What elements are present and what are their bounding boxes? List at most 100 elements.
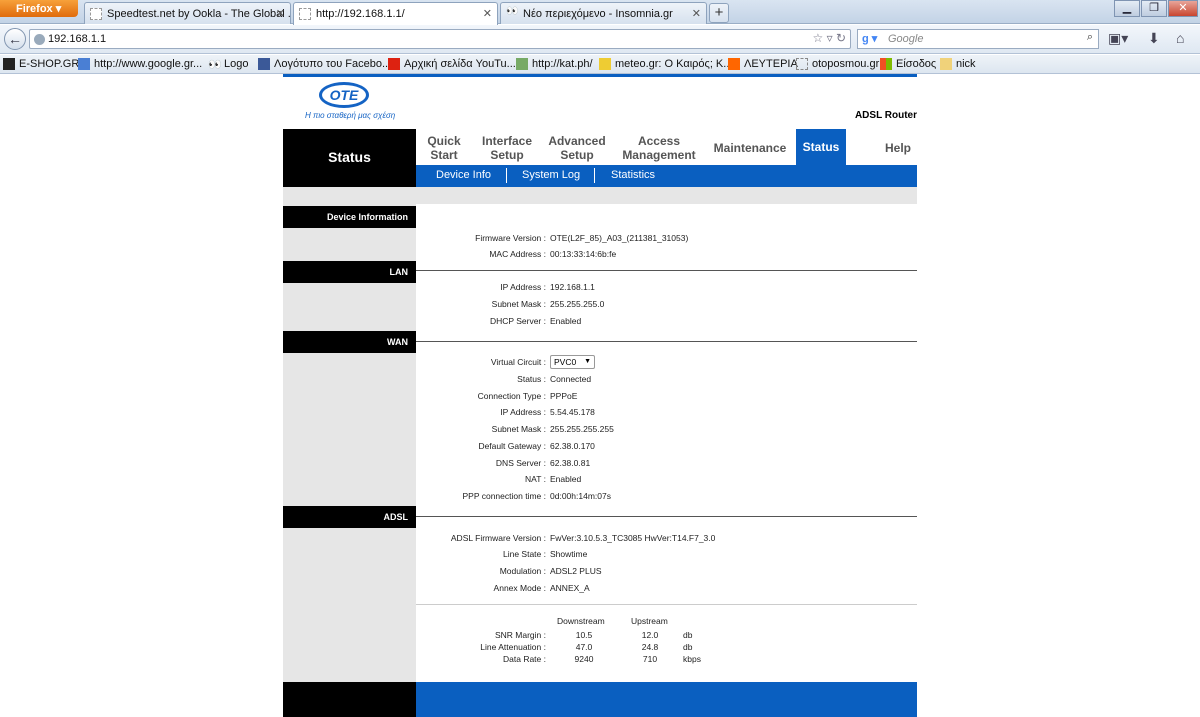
bookmark-star-icon[interactable]: ☆ xyxy=(812,31,823,45)
adsl-fw-label: ADSL Firmware Version : xyxy=(450,533,546,543)
windows-icon xyxy=(880,58,892,70)
close-tab-icon[interactable]: ✕ xyxy=(276,7,285,20)
menu-status[interactable]: Status xyxy=(796,129,846,165)
new-tab-button[interactable]: + xyxy=(709,3,729,23)
url-actions: ☆ ▿ ↻ xyxy=(812,31,846,45)
submenu-statistics[interactable]: Statistics xyxy=(611,169,655,181)
dns-label: DNS Server : xyxy=(495,458,546,468)
modulation-label: Modulation : xyxy=(499,566,546,576)
bookmark-label: ΛΕΥΤΕΡΙΑ xyxy=(744,58,798,70)
menu-access-management[interactable]: Access Management xyxy=(618,131,700,165)
section-title: Status xyxy=(283,129,416,187)
bookmark-eisodos[interactable]: Είσοδος xyxy=(880,58,936,70)
annex-value: ANNEX_A xyxy=(550,583,590,593)
gateway-label: Default Gateway : xyxy=(478,441,546,451)
back-button[interactable]: ← xyxy=(4,28,26,50)
virtual-circuit-select[interactable]: PVC0 ▼ xyxy=(550,355,595,369)
firmware-value: OTE(L2F_85)_A03_(211381_31053) xyxy=(550,233,689,243)
bookmark-meteo[interactable]: meteo.gr: O Καιρός; K... xyxy=(599,58,732,70)
attenuation-up: 24.8 xyxy=(641,642,659,652)
submenu-device-info[interactable]: Device Info xyxy=(436,169,491,181)
menu-quick-start[interactable]: Quick Start xyxy=(416,131,472,165)
wan-ip-label: IP Address : xyxy=(500,407,546,417)
menu-label: Advanced xyxy=(548,134,606,148)
gray-band xyxy=(283,187,917,204)
vc-value: PVC0 xyxy=(554,357,577,367)
bookmark-label: http://www.google.gr... xyxy=(94,58,203,70)
bookmark-eshop[interactable]: E-SHOP.GR xyxy=(3,58,79,70)
tab-router[interactable]: http://192.168.1.1/ ✕ xyxy=(293,2,498,25)
shield-icon xyxy=(516,58,528,70)
bookmarks-toolbar: E-SHOP.GR http://www.google.gr... 👀 Logo … xyxy=(0,55,1200,74)
chevron-down-icon: ▼ xyxy=(584,358,591,365)
snr-down: 10.5 xyxy=(575,630,593,640)
line-state-label: Line State : xyxy=(502,549,546,559)
maximize-button[interactable]: ❐ xyxy=(1141,0,1167,17)
bookmark-google[interactable]: http://www.google.gr... xyxy=(78,58,202,70)
tab-speedtest[interactable]: Speedtest.net by Ookla - The Global ... … xyxy=(84,2,291,24)
home-icon[interactable]: ⌂ xyxy=(1176,30,1184,46)
search-icon[interactable]: ⌕ xyxy=(1087,31,1093,44)
bookmark-lefteria[interactable]: ΛΕΥΤΕΡΙΑ xyxy=(728,58,798,70)
bookmarks-menu-icon[interactable]: ▣▾ xyxy=(1108,30,1128,47)
dns-value: 62.38.0.81 xyxy=(550,458,591,468)
conn-type-value: PPPoE xyxy=(550,391,578,401)
menu-label: Start xyxy=(430,148,458,162)
lan-heading: LAN xyxy=(283,261,416,283)
google-icon[interactable]: g ▾ xyxy=(862,32,877,45)
rate-label: Data Rate : xyxy=(503,654,546,664)
footer-right xyxy=(416,682,917,717)
nat-value: Enabled xyxy=(550,474,582,484)
vc-label: Virtual Circuit : xyxy=(490,357,546,367)
bookmark-logo[interactable]: 👀 Logo xyxy=(208,58,248,71)
bookmark-facebook[interactable]: Λογότυπο του Facebo... xyxy=(258,58,391,70)
footer-left xyxy=(283,682,416,717)
close-window-button[interactable]: ✕ xyxy=(1168,0,1198,17)
menu-advanced-setup[interactable]: Advanced Setup xyxy=(544,131,610,165)
menu-label: Interface xyxy=(481,134,533,148)
minimize-button[interactable]: ▁ xyxy=(1114,0,1140,17)
bookmark-label: Λογότυπο του Facebo... xyxy=(274,58,392,70)
google-icon xyxy=(78,58,90,70)
top-accent-line xyxy=(283,74,917,77)
dhcp-value: Enabled xyxy=(550,316,582,326)
folder-icon xyxy=(940,58,952,70)
wan-status-label: Status : xyxy=(517,374,546,384)
search-box[interactable]: g ▾ Google ⌕ xyxy=(857,29,1099,49)
bookmark-label: otoposmou.gr xyxy=(812,58,880,70)
snr-label: SNR Margin : xyxy=(494,630,546,640)
tab-title: Speedtest.net by Ookla - The Global ... xyxy=(107,8,291,20)
menu-label: Maintenance xyxy=(713,141,787,155)
conn-type-label: Connection Type : xyxy=(477,391,546,401)
menu-maintenance[interactable]: Maintenance xyxy=(710,131,790,165)
insomnia-icon: 👀 xyxy=(506,6,519,17)
bookmark-nick[interactable]: nick xyxy=(940,58,976,70)
history-dropdown-icon[interactable]: ▿ xyxy=(827,31,833,45)
bookmark-label: Αρχική σελίδα YouTu... xyxy=(404,58,516,70)
bookmark-label: Είσοδος xyxy=(896,58,937,70)
menu-label: Access xyxy=(637,134,681,148)
page-icon xyxy=(299,8,311,20)
bookmark-kat[interactable]: http://kat.ph/ xyxy=(516,58,593,70)
main-menu: Status Quick Start Interface Setup Advance… xyxy=(283,129,917,187)
reload-icon[interactable]: ↻ xyxy=(836,31,846,45)
menu-interface-setup[interactable]: Interface Setup xyxy=(476,131,538,165)
rate-unit: kbps xyxy=(683,654,701,664)
url-bar[interactable]: 192.168.1.1 ☆ ▿ ↻ xyxy=(29,29,851,49)
rate-up: 710 xyxy=(642,654,658,664)
download-icon[interactable]: ⬇ xyxy=(1148,30,1160,47)
submenu-bar: Device Info System Log Statistics xyxy=(416,165,917,187)
bookmark-otoposmou[interactable]: otoposmou.gr xyxy=(796,58,879,70)
rate-down: 9240 xyxy=(574,654,594,664)
bookmark-label: nick xyxy=(956,58,976,70)
close-tab-icon[interactable]: ✕ xyxy=(483,7,492,20)
firefox-menu-button[interactable]: Firefox ▾ xyxy=(0,0,78,17)
annex-label: Annex Mode : xyxy=(493,583,546,593)
close-tab-icon[interactable]: ✕ xyxy=(692,7,701,20)
bookmark-youtube[interactable]: Αρχική σελίδα YouTu... xyxy=(388,58,516,70)
facebook-icon xyxy=(258,58,270,70)
menu-help[interactable]: Help xyxy=(873,131,923,165)
submenu-system-log[interactable]: System Log xyxy=(522,169,580,181)
section-divider xyxy=(416,516,917,517)
tab-insomnia[interactable]: 👀 Νέο περιεχόμενο - Insomnia.gr ✕ xyxy=(500,2,707,24)
